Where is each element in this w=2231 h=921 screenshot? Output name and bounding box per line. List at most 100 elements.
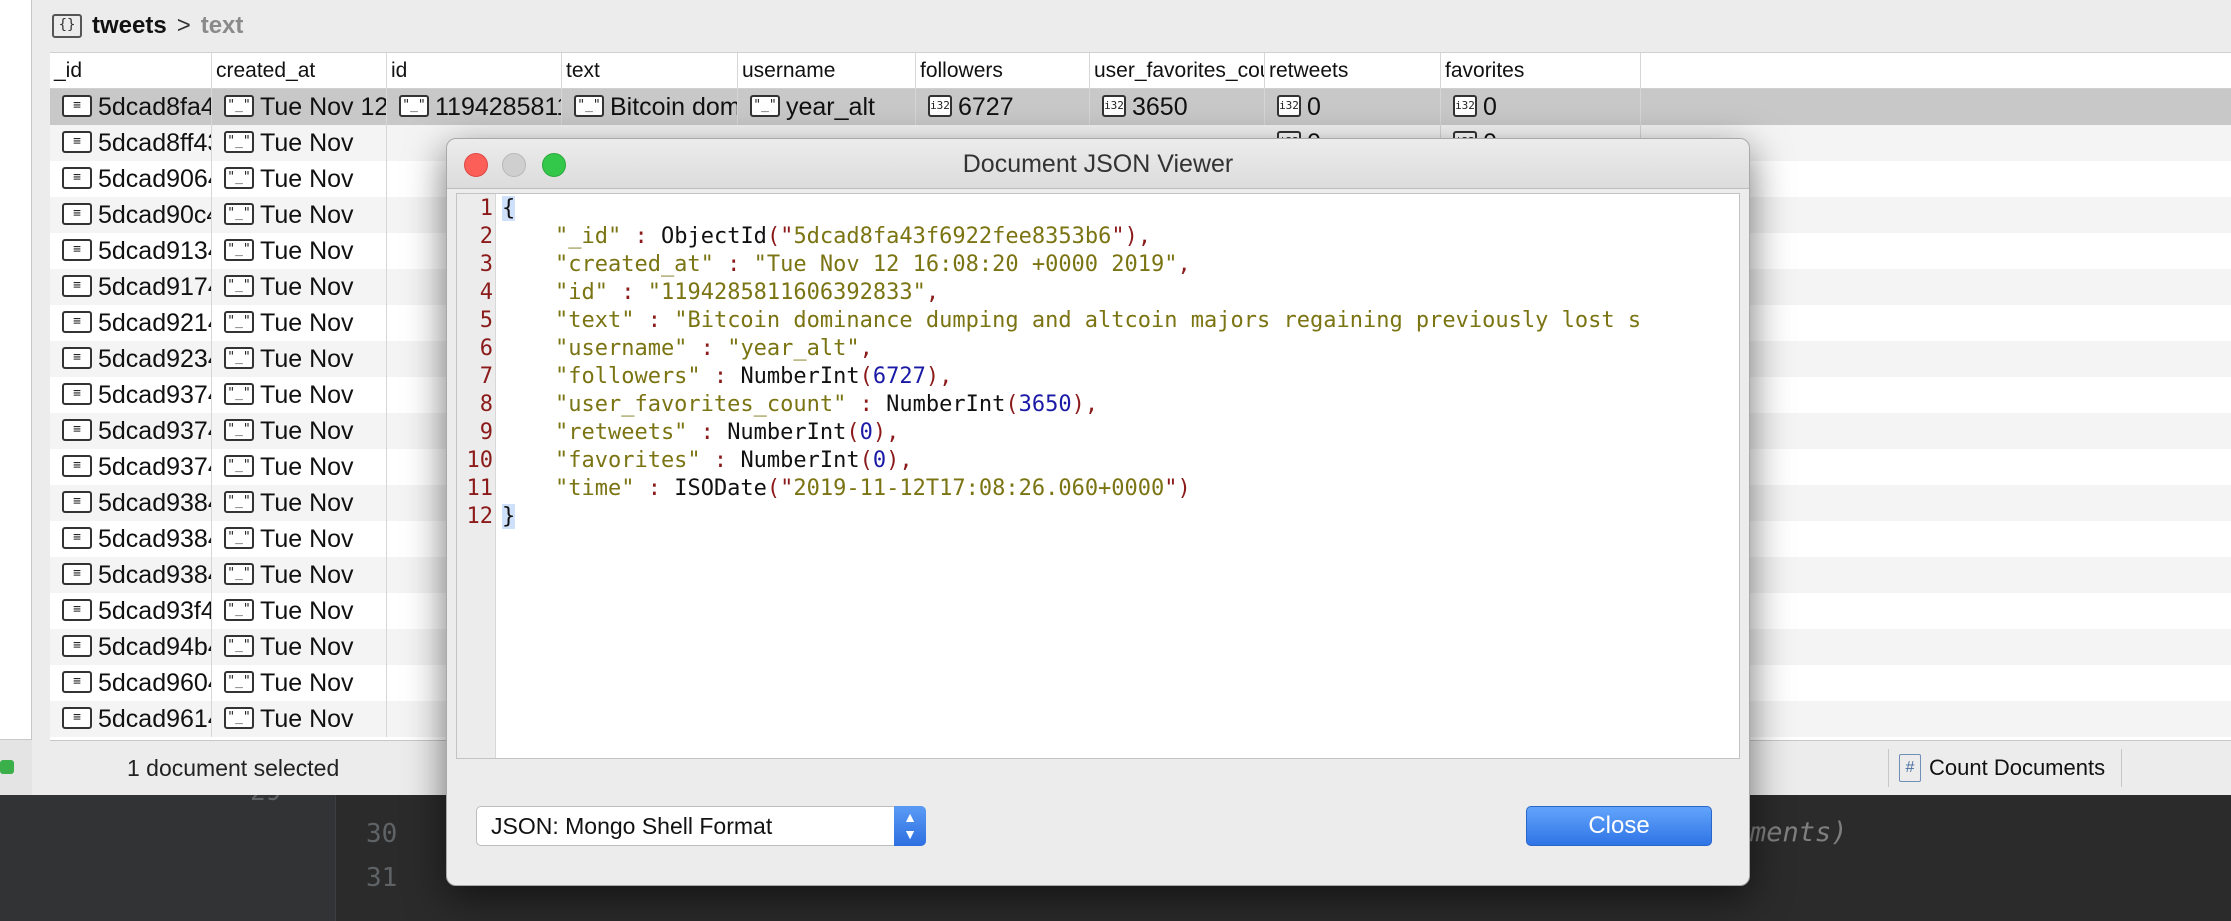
json-token: " (674, 308, 688, 333)
table-cell[interactable]: ≡ 5dcad93843f... (50, 485, 212, 521)
table-cell[interactable]: ≡ 5dcad93743f... (50, 377, 212, 413)
column-header[interactable]: followers (916, 53, 1090, 89)
table-cell[interactable]: "_" Tue Nov (212, 557, 387, 593)
table-cell[interactable]: "_" Tue Nov (212, 485, 387, 521)
column-header[interactable]: favorites (1441, 53, 1641, 89)
json-token: ( (859, 448, 873, 473)
cell-value: 5dcad93843f... (98, 489, 211, 517)
json-line-number: 5 (479, 308, 493, 333)
json-token: "_id" (502, 224, 622, 249)
table-cell[interactable]: "_" Tue Nov (212, 629, 387, 665)
json-token: ), (872, 420, 900, 445)
json-token: ISODate (674, 476, 767, 501)
column-header[interactable]: id (387, 53, 562, 89)
dialog-titlebar: Document JSON Viewer (447, 139, 1749, 189)
table-cell[interactable]: i32 3650 (1090, 89, 1265, 125)
table-cell[interactable]: "_" Bitcoin domin... (562, 89, 738, 125)
json-token: ( (846, 420, 860, 445)
table-cell[interactable]: ≡ 5dcad96143f... (50, 701, 212, 737)
table-cell[interactable]: ≡ 5dcad92343f... (50, 341, 212, 377)
table-cell[interactable]: "_" Tue Nov (212, 665, 387, 701)
table-cell[interactable]: i32 6727 (916, 89, 1090, 125)
close-button[interactable]: Close (1526, 806, 1712, 846)
table-cell[interactable]: ≡ 5dcad91343f... (50, 233, 212, 269)
cell-value: 6727 (958, 93, 1014, 121)
table-cell[interactable]: ≡ 5dcad8ff43f6... (50, 125, 212, 161)
table-cell[interactable]: ≡ 5dcad93843f... (50, 521, 212, 557)
table-cell[interactable]: ≡ 5dcad96043f... (50, 665, 212, 701)
json-line-number: 9 (479, 420, 493, 445)
json-token: "id" (502, 280, 608, 305)
objectid-type-icon: ≡ (62, 239, 92, 262)
table-cell[interactable]: ≡ 5dcad8fa43f6... (50, 89, 212, 125)
table-cell[interactable]: ≡ 5dcad90c43f... (50, 197, 212, 233)
table-cell[interactable]: ≡ 5dcad90643f... (50, 161, 212, 197)
table-cell[interactable]: "_" 1194285811... (387, 89, 562, 125)
column-header[interactable]: username (738, 53, 916, 89)
table-cell[interactable]: "_" Tue Nov (212, 449, 387, 485)
select-chevron-icon: ▲ ▼ (894, 806, 926, 846)
breadcrumb-collection[interactable]: tweets (92, 12, 167, 40)
breadcrumb-separator: > (176, 12, 191, 39)
table-cell[interactable]: "_" Tue Nov 12 1... (212, 89, 387, 125)
json-line: "retweets" : NumberInt(0), (502, 420, 899, 445)
json-token: " (727, 336, 741, 361)
cell-value: 5dcad90c43f... (98, 201, 211, 229)
string-type-icon: "_" (224, 131, 254, 154)
column-header[interactable]: retweets (1265, 53, 1441, 89)
json-line: } (502, 504, 516, 529)
cell-value: 5dcad8ff43f6... (98, 129, 211, 157)
column-header[interactable]: _id (50, 53, 212, 89)
objectid-type-icon: ≡ (62, 671, 92, 694)
table-cell[interactable]: ≡ 5dcad93743f... (50, 413, 212, 449)
int32-type-icon: i32 (1453, 95, 1477, 118)
table-cell[interactable]: "_" Tue Nov (212, 305, 387, 341)
objectid-type-icon: ≡ (62, 419, 92, 442)
table-cell[interactable]: "_" Tue Nov (212, 269, 387, 305)
table-row[interactable]: ≡ 5dcad8fa43f6... "_" Tue Nov 12 1... "_" 119… (50, 89, 2231, 125)
json-token: NumberInt (740, 364, 860, 389)
column-header[interactable]: user_favorites_count (1090, 53, 1265, 89)
table-cell[interactable]: "_" Tue Nov (212, 233, 387, 269)
objectid-type-icon: ≡ (62, 383, 92, 406)
table-cell[interactable]: ≡ 5dcad93f43f... (50, 593, 212, 629)
table-cell[interactable]: "_" Tue Nov (212, 521, 387, 557)
table-cell[interactable]: ≡ 5dcad91743f... (50, 269, 212, 305)
table-cell[interactable]: "_" Tue Nov (212, 341, 387, 377)
format-select[interactable]: JSON: Mongo Shell Format ▲ ▼ (476, 806, 926, 846)
cell-value: 5dcad91343f... (98, 237, 211, 265)
grid-header: _id created_at id text username followers user… (50, 53, 2231, 89)
json-line: "username" : "year_alt", (502, 336, 873, 361)
table-cell[interactable]: "_" Tue Nov (212, 701, 387, 737)
table-cell[interactable]: i32 0 (1441, 89, 1641, 125)
json-token: NumberInt (727, 420, 847, 445)
table-cell[interactable]: "_" Tue Nov (212, 593, 387, 629)
table-cell[interactable]: ≡ 5dcad94b43f... (50, 629, 212, 665)
editor-code-snippet: ments) (1750, 817, 1848, 848)
connection-status-icon[interactable] (0, 760, 14, 774)
format-select-value: JSON: Mongo Shell Format (491, 813, 773, 839)
table-cell[interactable]: ≡ 5dcad93743f... (50, 449, 212, 485)
table-cell[interactable]: "_" Tue Nov (212, 413, 387, 449)
json-token: 0 (872, 448, 887, 473)
braces-icon: {} (52, 14, 82, 38)
table-cell[interactable]: ≡ 5dcad92143f... (50, 305, 212, 341)
table-cell[interactable]: "_" Tue Nov (212, 197, 387, 233)
column-header[interactable]: created_at (212, 53, 387, 89)
table-cell[interactable]: i32 0 (1265, 89, 1441, 125)
column-header[interactable]: text (562, 53, 738, 89)
breadcrumb-field[interactable]: text (201, 12, 244, 40)
editor-line-number: 31 (366, 863, 398, 893)
cell-value: 5dcad93743f... (98, 453, 211, 481)
table-cell[interactable]: "_" Tue Nov (212, 161, 387, 197)
table-cell[interactable]: ≡ 5dcad93843f... (50, 557, 212, 593)
count-documents-button[interactable]: # Count Documents (1888, 749, 2123, 787)
json-text-view[interactable]: 1{2 "_id" : ObjectId("5dcad8fa43f6922fee… (456, 193, 1740, 759)
table-cell[interactable]: "_" Tue Nov (212, 377, 387, 413)
cell-value: 5dcad90643f... (98, 165, 211, 193)
table-cell[interactable]: "_" year_alt (738, 89, 916, 125)
editor-line-number: 30 (366, 819, 398, 849)
json-line: "created_at" : "Tue Nov 12 16:08:20 +000… (502, 252, 1191, 277)
table-cell[interactable]: "_" Tue Nov (212, 125, 387, 161)
json-token: NumberInt (886, 392, 1006, 417)
